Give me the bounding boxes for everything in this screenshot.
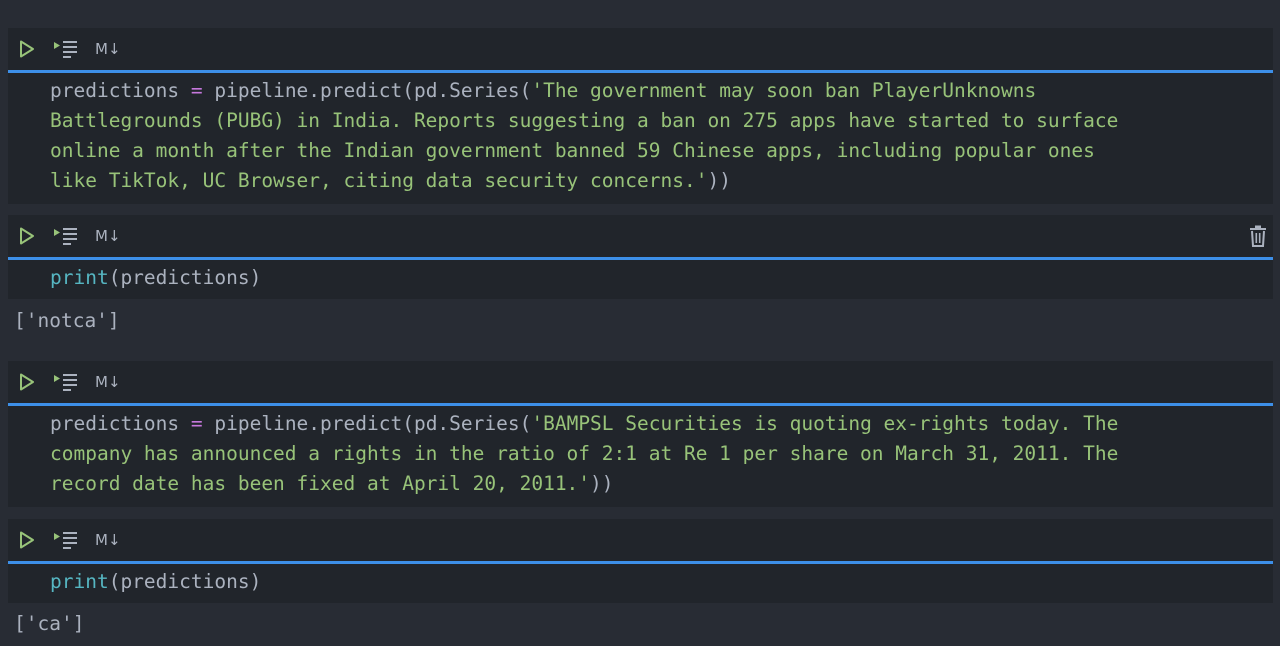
code-token: 'BAMPSL Securities is quoting ex-rights …	[531, 412, 1119, 435]
code-token: Battlegrounds (PUBG) in India. Reports s…	[50, 109, 1119, 132]
code-editor[interactable]: print(predictions)	[8, 564, 1273, 603]
code-token: predictions	[50, 412, 180, 435]
code-token: =	[179, 412, 215, 435]
cell-output: ['ca']	[14, 612, 85, 635]
markdown-toggle-button[interactable]: M↓	[95, 361, 121, 403]
markdown-toggle-button[interactable]: M↓	[95, 215, 121, 257]
run-cell-icon[interactable]	[19, 28, 35, 70]
code-token: ))	[590, 472, 614, 495]
code-cell[interactable]: M↓ print(predictions)	[8, 215, 1273, 299]
code-token: (predictions)	[108, 266, 262, 289]
code-token: company has announced a rights in the ra…	[50, 442, 1119, 465]
code-token: pipeline.predict(pd.Series(	[214, 412, 532, 435]
code-editor[interactable]: predictions = pipeline.predict(pd.Series…	[8, 73, 1273, 204]
cell-toolbar: M↓	[8, 28, 1273, 70]
code-token: online a month after the Indian governme…	[50, 139, 1095, 162]
code-token: =	[179, 79, 215, 102]
run-below-icon[interactable]	[52, 28, 88, 70]
cell-toolbar: M↓	[8, 215, 1273, 257]
code-token: ))	[707, 169, 731, 192]
markdown-toggle-button[interactable]: M↓	[95, 519, 121, 561]
code-token: like TikTok, UC Browser, citing data sec…	[50, 169, 708, 192]
markdown-toggle-button[interactable]: M↓	[95, 28, 121, 70]
cell-toolbar: M↓	[8, 519, 1273, 561]
code-token: predictions	[50, 79, 180, 102]
run-cell-icon[interactable]	[19, 519, 35, 561]
code-token: print	[50, 570, 109, 593]
code-token: (predictions)	[108, 570, 262, 593]
code-editor[interactable]: predictions = pipeline.predict(pd.Series…	[8, 406, 1273, 507]
run-below-icon[interactable]	[52, 215, 88, 257]
run-below-icon[interactable]	[52, 519, 88, 561]
code-token: pipeline.predict(pd.Series(	[214, 79, 532, 102]
cell-toolbar: M↓	[8, 361, 1273, 403]
run-cell-icon[interactable]	[19, 215, 35, 257]
cell-output: ['notca']	[14, 309, 120, 332]
code-cell[interactable]: M↓ predictions = pipeline.predict(pd.Ser…	[8, 361, 1273, 507]
run-cell-icon[interactable]	[19, 361, 35, 403]
code-token: print	[50, 266, 109, 289]
code-token: record date has been fixed at April 20, …	[50, 472, 591, 495]
run-below-icon[interactable]	[52, 361, 88, 403]
code-cell[interactable]: M↓ predictions = pipeline.predict(pd.Ser…	[8, 28, 1273, 204]
code-editor[interactable]: print(predictions)	[8, 260, 1273, 299]
trash-icon[interactable]	[1249, 215, 1267, 257]
code-cell[interactable]: M↓ print(predictions)	[8, 519, 1273, 603]
code-token: 'The government may soon ban PlayerUnkno…	[531, 79, 1037, 102]
